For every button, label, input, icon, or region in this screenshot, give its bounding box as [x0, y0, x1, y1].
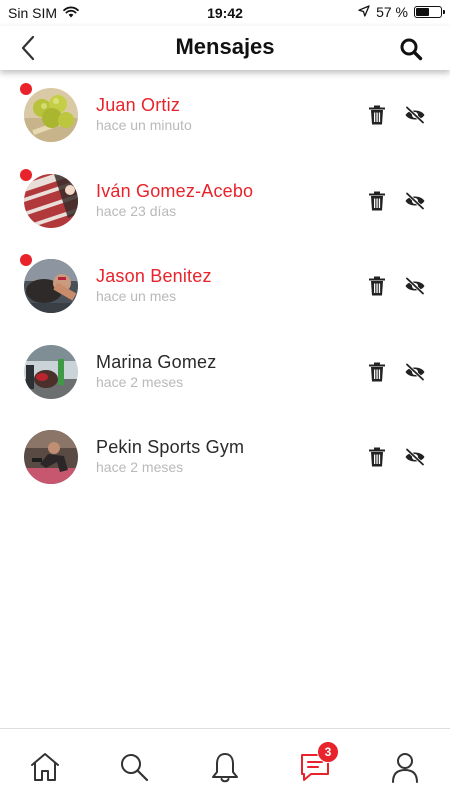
delete-button[interactable] [366, 360, 388, 384]
battery-fill [416, 8, 429, 16]
delete-button[interactable] [366, 189, 388, 213]
avatar[interactable] [24, 173, 78, 228]
search-icon [121, 754, 149, 782]
delete-button[interactable] [366, 103, 388, 127]
tab-home[interactable] [27, 749, 63, 785]
trash-icon [369, 447, 385, 467]
message-time: hace un mes [96, 288, 177, 304]
avatar[interactable] [24, 259, 78, 313]
conversation-row[interactable]: Jason Benitez hace un mes [0, 243, 450, 329]
hide-conversation-button[interactable] [403, 189, 427, 213]
battery-cap [443, 10, 445, 14]
contact-name: Jason Benitez [96, 266, 212, 286]
search-icon [400, 38, 423, 61]
chevron-left-icon [21, 35, 35, 61]
message-time: hace un minuto [96, 117, 192, 133]
avatar[interactable] [24, 88, 78, 142]
trash-icon [369, 105, 385, 125]
message-time: hace 23 días [96, 202, 177, 219]
avatar[interactable] [24, 344, 78, 399]
unread-indicator [20, 83, 32, 95]
eye-slash-icon [405, 106, 425, 124]
page-title: Mensajes [175, 34, 275, 59]
trash-icon [369, 362, 385, 381]
unread-indicator [20, 254, 32, 266]
status-right: 57 % [358, 4, 445, 20]
eye-slash-icon [405, 191, 425, 210]
delete-button[interactable] [366, 274, 388, 298]
contact-name: Iván Gomez-Acebo [96, 180, 254, 201]
eye-slash-icon [405, 448, 425, 466]
avatar[interactable] [24, 430, 78, 484]
conversation-row[interactable]: Pekin Sports Gym hace 2 meses [0, 414, 450, 500]
conversation-row[interactable]: Iván Gomez-Acebo hace 23 días [0, 158, 450, 244]
hide-conversation-button[interactable] [403, 274, 427, 298]
unread-indicator [20, 168, 32, 181]
messages-badge: 3 [317, 741, 339, 763]
delete-button[interactable] [366, 445, 388, 469]
tab-notifications[interactable] [207, 749, 243, 785]
trash-icon [369, 191, 385, 210]
hide-conversation-button[interactable] [403, 103, 427, 127]
contact-name: Juan Ortiz [96, 95, 181, 115]
eye-slash-icon [405, 362, 425, 381]
trash-icon [369, 276, 385, 296]
user-icon [392, 753, 418, 783]
location-arrow-icon [358, 4, 370, 20]
battery-icon [414, 6, 445, 18]
battery-percent: 57 % [376, 4, 408, 20]
tab-profile[interactable] [387, 749, 423, 785]
conversation-row[interactable]: Juan Ortiz hace un minuto [0, 72, 450, 158]
contact-name: Marina Gomez [96, 351, 217, 372]
eye-slash-icon [405, 277, 425, 295]
top-navigation-bar: Mensajes [0, 26, 450, 70]
back-button[interactable] [12, 33, 44, 63]
contact-name: Pekin Sports Gym [96, 437, 245, 457]
hide-conversation-button[interactable] [403, 360, 427, 384]
bell-icon [212, 753, 238, 783]
tab-search[interactable] [116, 749, 152, 785]
status-bar: Sin SIM 19:42 57 % [0, 0, 450, 26]
conversation-list: Juan Ortiz hace un minuto Iván Gomez-Ace… [0, 72, 450, 500]
search-button[interactable] [396, 34, 426, 64]
conversation-row[interactable]: Marina Gomez hace 2 meses [0, 329, 450, 415]
hide-conversation-button[interactable] [403, 445, 427, 469]
message-time: hace 2 meses [96, 373, 184, 390]
bottom-tab-bar: 3 [0, 728, 450, 801]
tab-messages[interactable]: 3 [297, 741, 339, 785]
message-time: hace 2 meses [96, 459, 184, 475]
home-icon [31, 753, 59, 781]
